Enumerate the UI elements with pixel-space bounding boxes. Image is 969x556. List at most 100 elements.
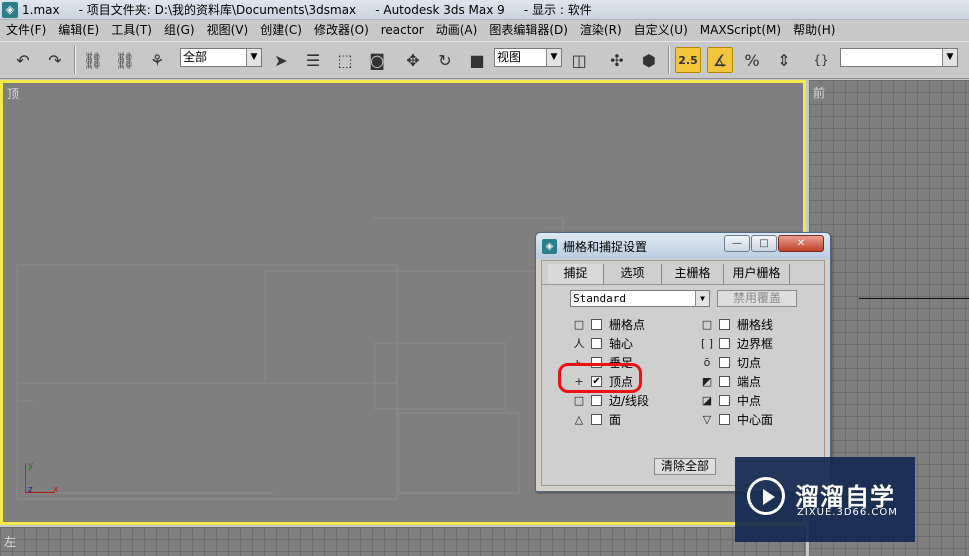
highlight-annotation (558, 363, 642, 393)
menu-rendering[interactable]: 渲染(R) (574, 20, 628, 41)
midpoint-icon: ◪ (701, 393, 713, 407)
chevron-down-icon: ▼ (942, 49, 957, 66)
snap-option-midpoint[interactable]: ◪ 中点 (700, 391, 773, 410)
face-icon: △ (574, 412, 584, 426)
tangent-icon: ō (703, 355, 711, 369)
right-snap-options: □ 栅格线 [ ] 边界框 ō 切点 ◩ 端点 ◪ 中点 ▽ 中心面 (700, 315, 773, 429)
window-title: 1.max - 项目文件夹: D:\我的资料库\Documents\3dsmax… (22, 3, 592, 17)
keyboard-shortcut-override-icon[interactable]: ⬢ (636, 47, 662, 73)
center-face-icon: ▽ (702, 412, 712, 426)
reference-coordinate-select[interactable]: 视图 ▼ (494, 48, 562, 67)
close-icon[interactable]: ✕ (778, 235, 824, 252)
snap-option-pivot[interactable]: 人 轴心 (572, 334, 649, 353)
chevron-down-icon: ▼ (546, 49, 561, 66)
menu-group[interactable]: 组(G) (158, 20, 201, 41)
tab-snaps[interactable]: 捕捉 (548, 264, 604, 284)
redo-icon[interactable]: ↷ (42, 47, 68, 73)
menu-customize[interactable]: 自定义(U) (628, 20, 694, 41)
viewport-left[interactable]: 左 (0, 525, 806, 556)
tab-underline (542, 284, 824, 285)
maximize-icon[interactable]: □ (751, 235, 777, 252)
grid-snap-settings-dialog: ◈ 栅格和捕捉设置 — □ ✕ 捕捉 选项 主栅格 用户栅格 Standard … (535, 232, 831, 492)
watermark: 溜溜自学 ZIXUE.3D66.COM (735, 457, 915, 542)
viewport-label-left[interactable]: 左 (4, 533, 16, 550)
z-axis-label: z (28, 485, 33, 495)
window-crossing-icon[interactable]: ◙ (364, 47, 390, 73)
snaps-toggle-icon[interactable]: 2.5 (675, 47, 701, 73)
dialog-caption[interactable]: ◈ 栅格和捕捉设置 — □ ✕ (536, 233, 830, 259)
menu-bar: 文件(F) 编辑(E) 工具(T) 组(G) 视图(V) 创建(C) 修改器(O… (0, 20, 969, 41)
tangent-checkbox[interactable] (719, 357, 730, 368)
snap-option-face[interactable]: △ 面 (572, 410, 649, 429)
tab-options[interactable]: 选项 (604, 264, 662, 284)
percent-snap-toggle-icon[interactable]: % (739, 47, 765, 73)
y-axis-label: y (28, 461, 34, 471)
bind-space-warp-icon[interactable]: ⚘ (144, 47, 170, 73)
minimize-icon[interactable]: — (724, 235, 750, 252)
clear-all-button[interactable]: 清除全部 (654, 458, 716, 475)
tab-home-grid[interactable]: 主栅格 (662, 264, 724, 284)
bounding-box-icon: [ ] (700, 336, 714, 350)
center-face-checkbox[interactable] (719, 414, 730, 425)
bounding-box-checkbox[interactable] (719, 338, 730, 349)
watermark-url: ZIXUE.3D66.COM (797, 507, 898, 518)
edit-named-selection-icon[interactable]: {} (808, 47, 834, 73)
midpoint-checkbox[interactable] (719, 395, 730, 406)
unlink-icon[interactable]: ⛓ (112, 47, 138, 73)
menu-animation[interactable]: 动画(A) (430, 20, 484, 41)
menu-edit[interactable]: 编辑(E) (52, 20, 105, 41)
snap-option-grid-points[interactable]: □ 栅格点 (572, 315, 649, 334)
menu-views[interactable]: 视图(V) (201, 20, 255, 41)
menu-graph-editors[interactable]: 图表编辑器(D) (483, 20, 574, 41)
spinner-snap-toggle-icon[interactable]: ⇕ (771, 47, 797, 73)
select-object-icon[interactable]: ➤ (268, 47, 294, 73)
grid-lines-checkbox[interactable] (719, 319, 730, 330)
menu-create[interactable]: 创建(C) (254, 20, 308, 41)
snap-option-center-face[interactable]: ▽ 中心面 (700, 410, 773, 429)
menu-modifiers[interactable]: 修改器(O) (308, 20, 375, 41)
menu-help[interactable]: 帮助(H) (787, 20, 841, 41)
snap-option-grid-lines[interactable]: □ 栅格线 (700, 315, 773, 334)
override-off-button[interactable]: 禁用覆盖 (717, 290, 797, 307)
snap-option-edge-segment[interactable]: □ 边/线段 (572, 391, 649, 410)
snap-option-endpoint[interactable]: ◩ 端点 (700, 372, 773, 391)
menu-tools[interactable]: 工具(T) (105, 20, 158, 41)
manipulate-icon[interactable]: ✣ (604, 47, 630, 73)
grid-points-checkbox[interactable] (591, 319, 602, 330)
snap-option-tangent[interactable]: ō 切点 (700, 353, 773, 372)
tab-user-grids[interactable]: 用户栅格 (724, 264, 790, 284)
snap-preset-select[interactable]: Standard ▼ (570, 290, 710, 307)
dialog-title: 栅格和捕捉设置 (563, 240, 648, 254)
tab-strip: 捕捉 选项 主栅格 用户栅格 (548, 264, 820, 284)
angle-snap-toggle-icon[interactable]: ∡ (707, 47, 733, 73)
endpoint-checkbox[interactable] (719, 376, 730, 387)
x-axis-label: x (53, 485, 59, 495)
undo-icon[interactable]: ↶ (10, 47, 36, 73)
rectangular-selection-icon[interactable]: ⬚ (332, 47, 358, 73)
menu-file[interactable]: 文件(F) (0, 20, 52, 41)
snap-option-bounding-box[interactable]: [ ] 边界框 (700, 334, 773, 353)
face-checkbox[interactable] (591, 414, 602, 425)
main-toolbar: ↶ ↷ ⛓ ⛓ ⚘ 全部 ▼ ➤ ☰ ⬚ ◙ ✥ ↻ ■ 视图 ▼ ◫ ✣ ⬢ … (0, 41, 969, 79)
pivot-icon: 人 (573, 336, 585, 350)
menu-reactor[interactable]: reactor (375, 20, 430, 41)
grid-point-icon: □ (573, 317, 585, 331)
app-icon[interactable]: ◈ (2, 2, 18, 18)
select-and-move-icon[interactable]: ✥ (400, 47, 426, 73)
named-selection-sets-select[interactable]: ▼ (840, 48, 958, 67)
viewport-label-front[interactable]: 前 (813, 84, 825, 101)
pivot-point-center-icon[interactable]: ◫ (566, 47, 592, 73)
edge-icon: □ (573, 393, 585, 407)
select-by-name-icon[interactable]: ☰ (300, 47, 326, 73)
selection-filter-select[interactable]: 全部 ▼ (180, 48, 262, 67)
chevron-down-icon: ▼ (695, 291, 709, 306)
select-and-rotate-icon[interactable]: ↻ (432, 47, 458, 73)
app-icon: ◈ (542, 239, 557, 254)
menu-maxscript[interactable]: MAXScript(M) (694, 20, 787, 41)
y-axis-line (25, 463, 26, 493)
edge-segment-checkbox[interactable] (591, 395, 602, 406)
select-and-scale-icon[interactable]: ■ (464, 47, 490, 73)
endpoint-icon: ◩ (701, 374, 713, 388)
pivot-checkbox[interactable] (591, 338, 602, 349)
select-and-link-icon[interactable]: ⛓ (80, 47, 106, 73)
